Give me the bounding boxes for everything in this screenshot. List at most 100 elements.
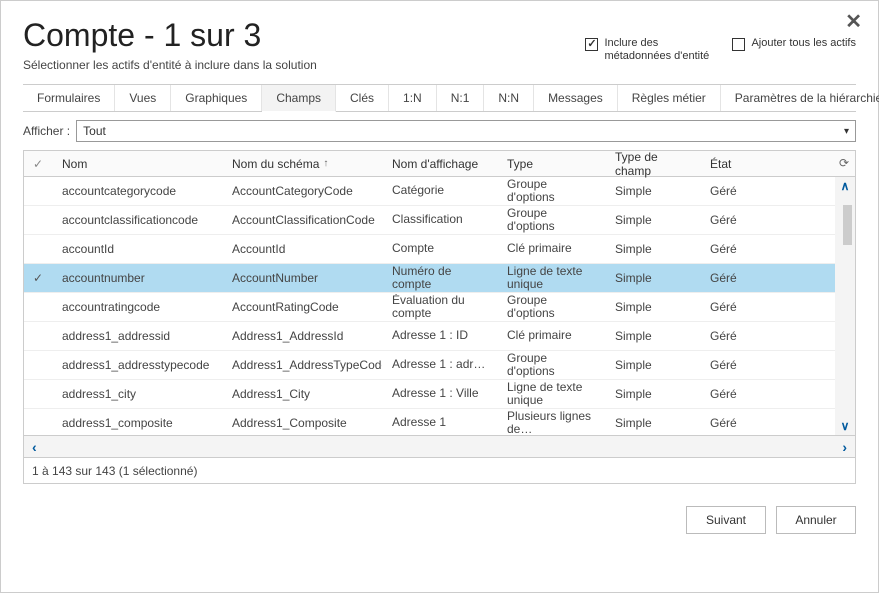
cell-state: Géré: [700, 300, 835, 314]
scroll-track[interactable]: [41, 442, 839, 452]
cell-schema: AccountCategoryCode: [222, 184, 382, 198]
tab-vues[interactable]: Vues: [115, 85, 171, 111]
cell-name: address1_composite: [52, 416, 222, 430]
cell-type: Ligne de texte unique: [497, 265, 605, 291]
scroll-up-icon[interactable]: ∧: [841, 177, 850, 195]
cell-fieldtype: Simple: [605, 358, 700, 372]
cell-display: Compte: [382, 242, 497, 255]
tab-formulaires[interactable]: Formulaires: [23, 85, 115, 111]
cell-type: Clé primaire: [497, 329, 605, 342]
dialog-window: ✕ Compte - 1 sur 3 Sélectionner les acti…: [0, 0, 879, 593]
cell-fieldtype: Simple: [605, 416, 700, 430]
table-row[interactable]: accountratingcodeAccountRatingCodeÉvalua…: [24, 293, 835, 322]
cell-state: Géré: [700, 387, 835, 401]
cell-display: Numéro de compte: [382, 265, 497, 291]
column-fieldtype[interactable]: Type de champ: [605, 150, 700, 178]
cell-schema: Address1_AddressTypeCode: [222, 358, 382, 372]
horizontal-scrollbar[interactable]: ‹ ›: [24, 435, 855, 457]
table-row[interactable]: address1_compositeAddress1_CompositeAdre…: [24, 409, 835, 435]
table-row[interactable]: ✓accountnumberAccountNumberNuméro de com…: [24, 264, 835, 293]
scroll-right-icon[interactable]: ›: [838, 439, 851, 455]
column-type[interactable]: Type: [497, 157, 605, 171]
cancel-button[interactable]: Annuler: [776, 506, 856, 534]
cell-type: Plusieurs lignes de…: [497, 410, 605, 435]
cell-display: Adresse 1 : Ville: [382, 387, 497, 400]
tab-cl-s[interactable]: Clés: [336, 85, 389, 111]
cell-name: accountnumber: [52, 271, 222, 285]
tab-champs[interactable]: Champs: [262, 85, 336, 112]
cell-type: Groupe d'options: [497, 294, 605, 320]
cell-display: Adresse 1: [382, 416, 497, 429]
cell-type: Ligne de texte unique: [497, 381, 605, 407]
cell-state: Géré: [700, 213, 835, 227]
vertical-scrollbar[interactable]: ∧ ∨: [835, 177, 855, 435]
checkbox-icon: [585, 38, 598, 51]
cell-schema: Address1_AddressId: [222, 329, 382, 343]
grid-body: accountcategorycodeAccountCategoryCodeCa…: [24, 177, 855, 435]
status-bar: 1 à 143 sur 143 (1 sélectionné): [23, 458, 856, 484]
cell-display: Évaluation du compte: [382, 294, 497, 320]
column-display[interactable]: Nom d'affichage: [382, 157, 497, 171]
tab-graphiques[interactable]: Graphiques: [171, 85, 262, 111]
cell-name: address1_addresstypecode: [52, 358, 222, 372]
cell-type: Groupe d'options: [497, 207, 605, 233]
filter-select[interactable]: Tout ▾: [76, 120, 856, 142]
cell-state: Géré: [700, 242, 835, 256]
checkbox-label: Inclure des métadonnées d'entité: [604, 37, 714, 63]
refresh-icon[interactable]: ⟳: [839, 156, 849, 170]
tab-n-n[interactable]: N:N: [484, 85, 534, 111]
tab-param-tres-de-la-hi-rarchie[interactable]: Paramètres de la hiérarchie: [721, 85, 879, 111]
table-row[interactable]: address1_addresstypecodeAddress1_Address…: [24, 351, 835, 380]
tab-n-1[interactable]: N:1: [437, 85, 485, 111]
cell-fieldtype: Simple: [605, 300, 700, 314]
cell-schema: AccountRatingCode: [222, 300, 382, 314]
sort-asc-icon: ↑: [323, 158, 328, 169]
table-row[interactable]: accountcategorycodeAccountCategoryCodeCa…: [24, 177, 835, 206]
cell-display: Adresse 1 : adr…: [382, 358, 497, 371]
select-all-checkbox[interactable]: ✓: [24, 157, 52, 171]
table-row[interactable]: accountIdAccountIdCompteClé primaireSimp…: [24, 235, 835, 264]
table-row[interactable]: address1_cityAddress1_CityAdresse 1 : Vi…: [24, 380, 835, 409]
cell-display: Adresse 1 : ID: [382, 329, 497, 342]
cell-fieldtype: Simple: [605, 184, 700, 198]
filter-label: Afficher :: [23, 124, 70, 138]
scroll-thumb[interactable]: [843, 205, 852, 245]
cell-fieldtype: Simple: [605, 242, 700, 256]
cell-name: accountcategorycode: [52, 184, 222, 198]
table-row[interactable]: accountclassificationcodeAccountClassifi…: [24, 206, 835, 235]
cell-name: address1_city: [52, 387, 222, 401]
cell-name: accountratingcode: [52, 300, 222, 314]
cell-type: Groupe d'options: [497, 178, 605, 204]
column-name[interactable]: Nom: [52, 157, 222, 171]
tab-1-n[interactable]: 1:N: [389, 85, 437, 111]
tabs: FormulairesVuesGraphiquesChampsClés1:NN:…: [23, 84, 856, 112]
cell-schema: AccountId: [222, 242, 382, 256]
cell-display: Catégorie: [382, 184, 497, 197]
next-button[interactable]: Suivant: [686, 506, 766, 534]
close-icon[interactable]: ✕: [845, 9, 862, 34]
tab-messages[interactable]: Messages: [534, 85, 618, 111]
cell-name: accountId: [52, 242, 222, 256]
cell-schema: AccountClassificationCode: [222, 213, 382, 227]
page-title: Compte - 1 sur 3: [23, 17, 585, 54]
tab-r-gles-m-tier[interactable]: Règles métier: [618, 85, 721, 111]
scroll-down-icon[interactable]: ∨: [841, 417, 850, 435]
header: Compte - 1 sur 3 Sélectionner les actifs…: [23, 13, 856, 78]
grid-header: ✓ Nom Nom du schéma ↑ Nom d'affichage Ty…: [24, 151, 855, 177]
include-metadata-checkbox[interactable]: Inclure des métadonnées d'entité: [585, 37, 714, 63]
chevron-down-icon: ▾: [844, 126, 849, 137]
cell-name: accountclassificationcode: [52, 213, 222, 227]
cell-state: Géré: [700, 271, 835, 285]
column-schema[interactable]: Nom du schéma ↑: [222, 157, 382, 171]
filter-row: Afficher : Tout ▾: [23, 120, 856, 142]
filter-value: Tout: [83, 124, 106, 138]
add-all-assets-checkbox[interactable]: Ajouter tous les actifs: [732, 37, 856, 51]
row-check-icon[interactable]: ✓: [24, 271, 52, 285]
cell-fieldtype: Simple: [605, 329, 700, 343]
column-state[interactable]: État: [700, 157, 835, 171]
cell-schema: AccountNumber: [222, 271, 382, 285]
cell-fieldtype: Simple: [605, 213, 700, 227]
cell-type: Groupe d'options: [497, 352, 605, 378]
scroll-left-icon[interactable]: ‹: [28, 439, 41, 455]
table-row[interactable]: address1_addressidAddress1_AddressIdAdre…: [24, 322, 835, 351]
